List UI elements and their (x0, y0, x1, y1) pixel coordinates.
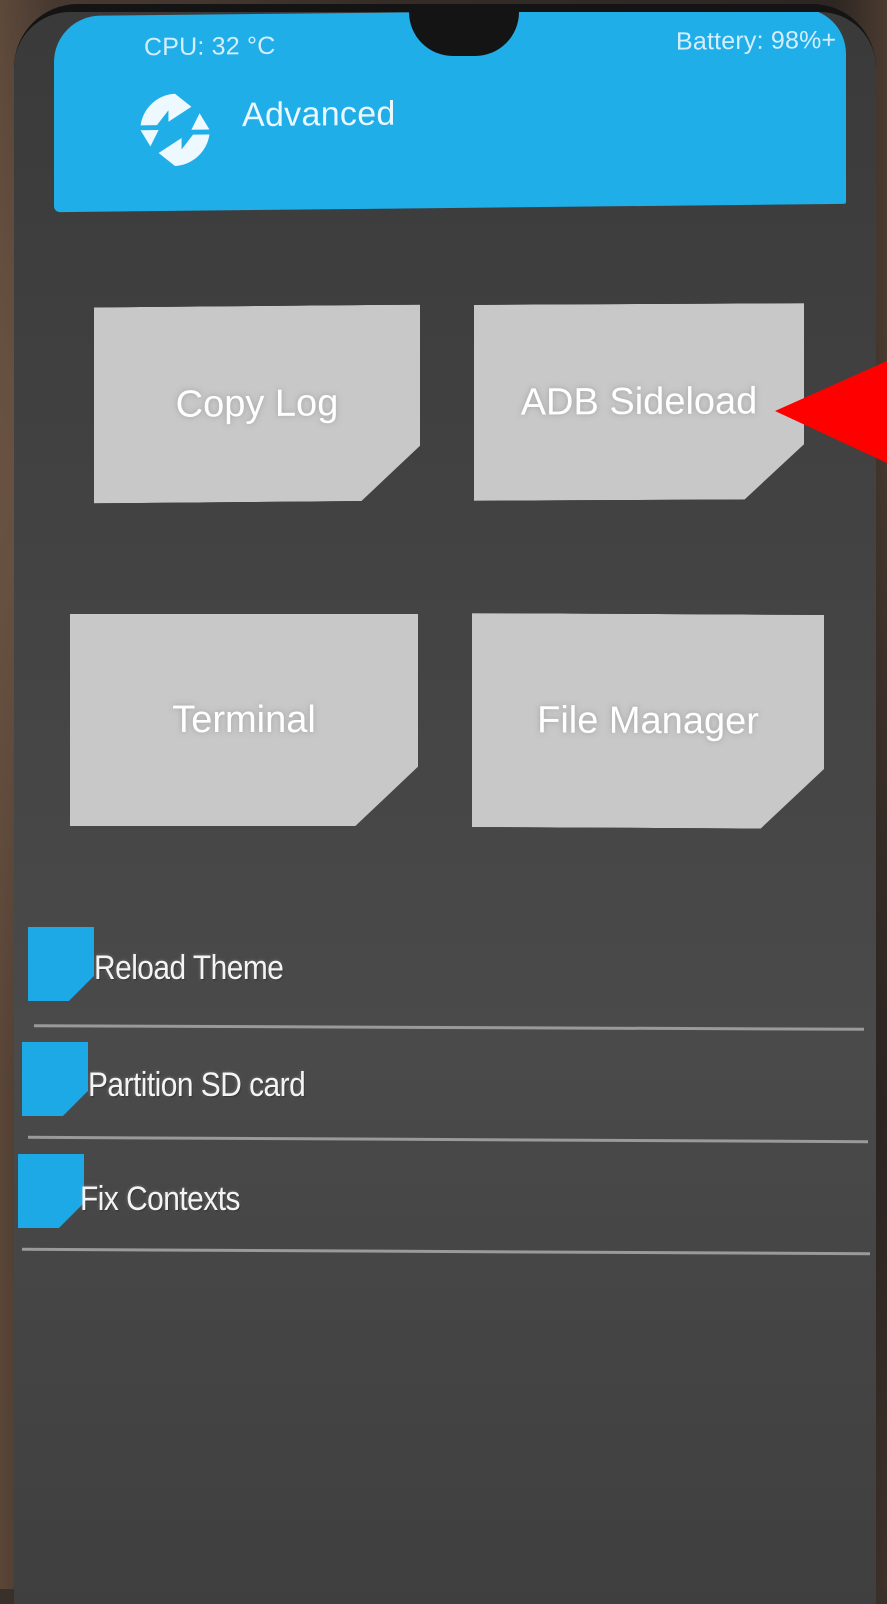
phone-frame: CPU: 32 °C Battery: 98%+ Advanced Copy L… (14, 4, 876, 1604)
reload-theme-checkbox[interactable] (28, 927, 94, 1001)
reload-theme-label: Reload Theme (94, 949, 284, 987)
red-arrow-icon (775, 361, 887, 463)
partition-sd-card-item[interactable]: Partition SD card (22, 1036, 866, 1116)
recovery-screen: CPU: 32 °C Battery: 98%+ Advanced Copy L… (14, 12, 876, 1604)
fix-contexts-item[interactable]: Fix Contexts (18, 1148, 866, 1228)
adb-sideload-label: ADB Sideload (520, 379, 758, 424)
cpu-temperature: CPU: 32 °C (144, 31, 276, 62)
terminal-label: Terminal (172, 698, 316, 741)
adb-sideload-button[interactable]: ADB Sideload (474, 303, 804, 501)
copy-log-label: Copy Log (175, 381, 339, 426)
divider (27, 1135, 869, 1144)
file-manager-label: File Manager (537, 698, 759, 743)
file-manager-button[interactable]: File Manager (472, 613, 824, 829)
divider (21, 1247, 871, 1256)
partition-sd-card-checkbox[interactable] (22, 1042, 88, 1116)
page-title: Advanced (242, 94, 396, 135)
copy-log-button[interactable]: Copy Log (94, 305, 420, 504)
partition-sd-card-label: Partition SD card (88, 1066, 306, 1104)
divider (33, 1024, 865, 1031)
battery-status: Battery: 98%+ (676, 25, 837, 56)
terminal-button[interactable]: Terminal (70, 614, 418, 826)
fix-contexts-label: Fix Contexts (80, 1180, 240, 1218)
reload-theme-item[interactable]: Reload Theme (26, 927, 866, 1007)
twrp-logo-icon (140, 93, 210, 166)
fix-contexts-checkbox[interactable] (18, 1154, 84, 1228)
